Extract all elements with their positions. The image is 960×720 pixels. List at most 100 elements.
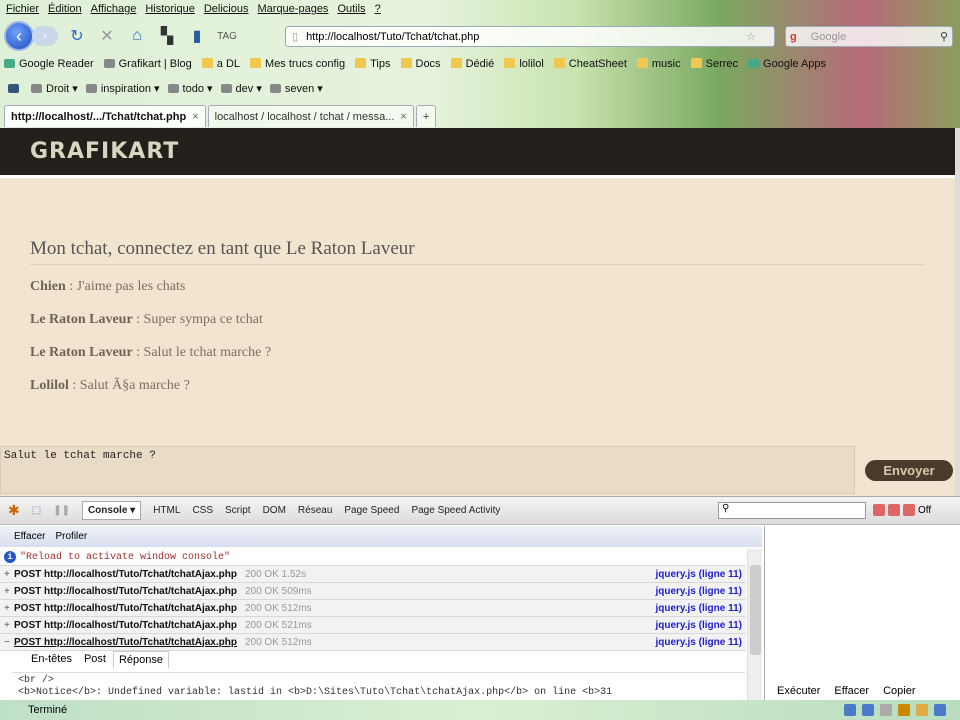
extension-icon-2[interactable]: ▮ bbox=[186, 26, 208, 46]
tag-icon[interactable]: TAG bbox=[216, 31, 238, 42]
firebug-status-icon[interactable] bbox=[898, 704, 910, 716]
close-tab-icon[interactable]: × bbox=[400, 111, 406, 123]
tab-page-speed[interactable]: Page Speed bbox=[344, 505, 399, 516]
menu-affichage[interactable]: Affichage bbox=[91, 3, 137, 15]
run-button[interactable]: Exécuter bbox=[777, 685, 820, 697]
tab-phpmyadmin[interactable]: localhost / localhost / tchat / messa...… bbox=[207, 105, 414, 127]
bookmark-google-apps[interactable]: Google Apps bbox=[748, 58, 826, 70]
bookmark-todo[interactable]: todo ▾ bbox=[167, 82, 213, 95]
source-link[interactable]: jquery.js (ligne 11) bbox=[655, 637, 746, 648]
home-icon[interactable]: ⌂ bbox=[126, 27, 148, 45]
url-bar[interactable]: ▯ http://localhost/Tuto/Tchat/tchat.php … bbox=[285, 26, 775, 47]
tab-dom[interactable]: DOM bbox=[263, 505, 286, 516]
clear-button[interactable]: Effacer bbox=[14, 531, 46, 542]
request-row-expanded[interactable]: − POST http://localhost/Tuto/Tchat/tchatA… bbox=[0, 634, 746, 651]
console-scrollbar[interactable] bbox=[747, 549, 762, 701]
minimize-icon[interactable] bbox=[873, 504, 885, 516]
reload-icon[interactable]: ↻ bbox=[66, 26, 88, 46]
page-scrollbar[interactable] bbox=[955, 128, 960, 496]
bookmark-star-icon[interactable]: ☆ bbox=[746, 30, 756, 43]
browser-chrome: Fichier Édition Affichage Historique Del… bbox=[0, 0, 960, 130]
bookmark-folder[interactable]: a DL bbox=[201, 58, 240, 70]
source-link[interactable]: jquery.js (ligne 11) bbox=[655, 620, 746, 631]
bookmark-inspiration[interactable]: inspiration ▾ bbox=[85, 82, 160, 95]
mail-icon[interactable] bbox=[880, 704, 892, 716]
inspect-icon[interactable]: ⬚ bbox=[32, 505, 41, 516]
toolbar-icon[interactable] bbox=[8, 84, 19, 93]
chat-message: Chien : J'aime pas les chats bbox=[30, 279, 186, 294]
tab-page-speed-activity[interactable]: Page Speed Activity bbox=[411, 505, 500, 516]
tab-label: localhost / localhost / tchat / messa... bbox=[214, 110, 395, 123]
addon-icon[interactable] bbox=[862, 704, 874, 716]
off-label[interactable]: Off bbox=[918, 505, 931, 516]
tab-html[interactable]: HTML bbox=[153, 505, 180, 516]
source-link[interactable]: jquery.js (ligne 11) bbox=[655, 569, 746, 580]
close-icon[interactable] bbox=[903, 504, 915, 516]
clear-editor-button[interactable]: Effacer bbox=[834, 685, 869, 697]
bookmark-google-reader[interactable]: Google Reader bbox=[4, 58, 94, 70]
chat-message: Le Raton Laveur : Salut le tchat marche … bbox=[30, 345, 272, 360]
menu-historique[interactable]: Historique bbox=[145, 3, 195, 15]
addon-icon[interactable] bbox=[934, 704, 946, 716]
search-icon[interactable]: ⚲ bbox=[940, 30, 948, 43]
bookmark-folder[interactable]: Docs bbox=[400, 58, 441, 70]
addon-icon[interactable] bbox=[844, 704, 856, 716]
menu-fichier[interactable]: Fichier bbox=[6, 3, 39, 15]
response-line: <br /> bbox=[18, 675, 55, 686]
request-row[interactable]: + POST http://localhost/Tuto/Tchat/tchatA… bbox=[0, 566, 746, 583]
grafikart-logo[interactable]: GRAFIKART bbox=[30, 139, 179, 164]
console-log: i "Reload to activate window console" + PO… bbox=[0, 549, 746, 651]
pause-icon[interactable]: ❚❚ bbox=[53, 505, 70, 516]
tab-script[interactable]: Script bbox=[225, 505, 251, 516]
menu-marque-pages[interactable]: Marque-pages bbox=[258, 3, 329, 15]
menu-outils[interactable]: Outils bbox=[337, 3, 365, 15]
firebug-icon[interactable]: ✱ bbox=[8, 502, 20, 519]
expand-icon: + bbox=[4, 602, 10, 614]
detach-icon[interactable] bbox=[888, 504, 900, 516]
bookmark-grafikart[interactable]: Grafikart | Blog bbox=[103, 58, 192, 70]
menu-edition[interactable]: Édition bbox=[48, 3, 82, 15]
tab-console[interactable]: Console ▾ bbox=[81, 501, 142, 520]
bookmark-droit[interactable]: Droit ▾ bbox=[31, 82, 78, 95]
send-button[interactable]: Envoyer bbox=[865, 460, 953, 481]
bookmark-folder[interactable]: music bbox=[636, 58, 681, 70]
console-info: i "Reload to activate window console" bbox=[0, 549, 746, 566]
bookmark-folder[interactable]: Serrec bbox=[690, 58, 738, 70]
command-editor[interactable]: Exécuter Effacer Copier bbox=[764, 526, 960, 701]
new-tab-button[interactable]: + bbox=[415, 105, 437, 127]
request-row[interactable]: + POST http://localhost/Tuto/Tchat/tchatA… bbox=[0, 617, 746, 634]
request-row[interactable]: + POST http://localhost/Tuto/Tchat/tchatA… bbox=[0, 583, 746, 600]
bookmarks-toolbar-2: Droit ▾ inspiration ▾ todo ▾ dev ▾ seven… bbox=[8, 82, 323, 95]
tab-tchat[interactable]: http://localhost/.../Tchat/tchat.php × bbox=[4, 105, 206, 127]
bookmark-seven[interactable]: seven ▾ bbox=[269, 82, 323, 95]
firebug-search-input[interactable]: ⚲ bbox=[718, 502, 866, 519]
menu-help[interactable]: ? bbox=[375, 3, 381, 15]
extension-icon[interactable]: ▚ bbox=[156, 26, 178, 46]
message-input[interactable]: Salut le tchat marche ? bbox=[0, 446, 855, 494]
tab-css[interactable]: CSS bbox=[192, 505, 213, 516]
web-page: GRAFIKART Mon tchat, connectez en tant q… bbox=[0, 128, 955, 496]
stop-icon[interactable]: ✕ bbox=[96, 26, 118, 46]
bookmark-folder[interactable]: Tips bbox=[355, 58, 391, 70]
forward-button[interactable]: › bbox=[32, 26, 58, 46]
close-tab-icon[interactable]: × bbox=[192, 111, 198, 123]
tab-post[interactable]: Post bbox=[79, 651, 111, 668]
bookmark-folder[interactable]: Mes trucs config bbox=[250, 58, 345, 70]
menu-delicious[interactable]: Delicious bbox=[204, 3, 249, 15]
bookmark-folder[interactable]: Dédié bbox=[450, 58, 494, 70]
bookmark-folder[interactable]: CheatSheet bbox=[553, 58, 627, 70]
profiler-button[interactable]: Profiler bbox=[56, 531, 88, 542]
source-link[interactable]: jquery.js (ligne 11) bbox=[655, 586, 746, 597]
back-button[interactable]: ‹ bbox=[4, 21, 34, 51]
url-text: http://localhost/Tuto/Tchat/tchat.php bbox=[306, 30, 480, 43]
yslow-icon[interactable] bbox=[916, 704, 928, 716]
bookmark-folder[interactable]: lolilol bbox=[504, 58, 544, 70]
request-row[interactable]: + POST http://localhost/Tuto/Tchat/tchatA… bbox=[0, 600, 746, 617]
tab-reseau[interactable]: Réseau bbox=[298, 505, 332, 516]
tab-entetes[interactable]: En-têtes bbox=[26, 651, 77, 668]
search-box[interactable]: g Google ⚲ bbox=[785, 26, 953, 47]
copy-button[interactable]: Copier bbox=[883, 685, 915, 697]
source-link[interactable]: jquery.js (ligne 11) bbox=[655, 603, 746, 614]
tab-reponse[interactable]: Réponse bbox=[112, 651, 170, 668]
bookmark-dev[interactable]: dev ▾ bbox=[220, 82, 262, 95]
